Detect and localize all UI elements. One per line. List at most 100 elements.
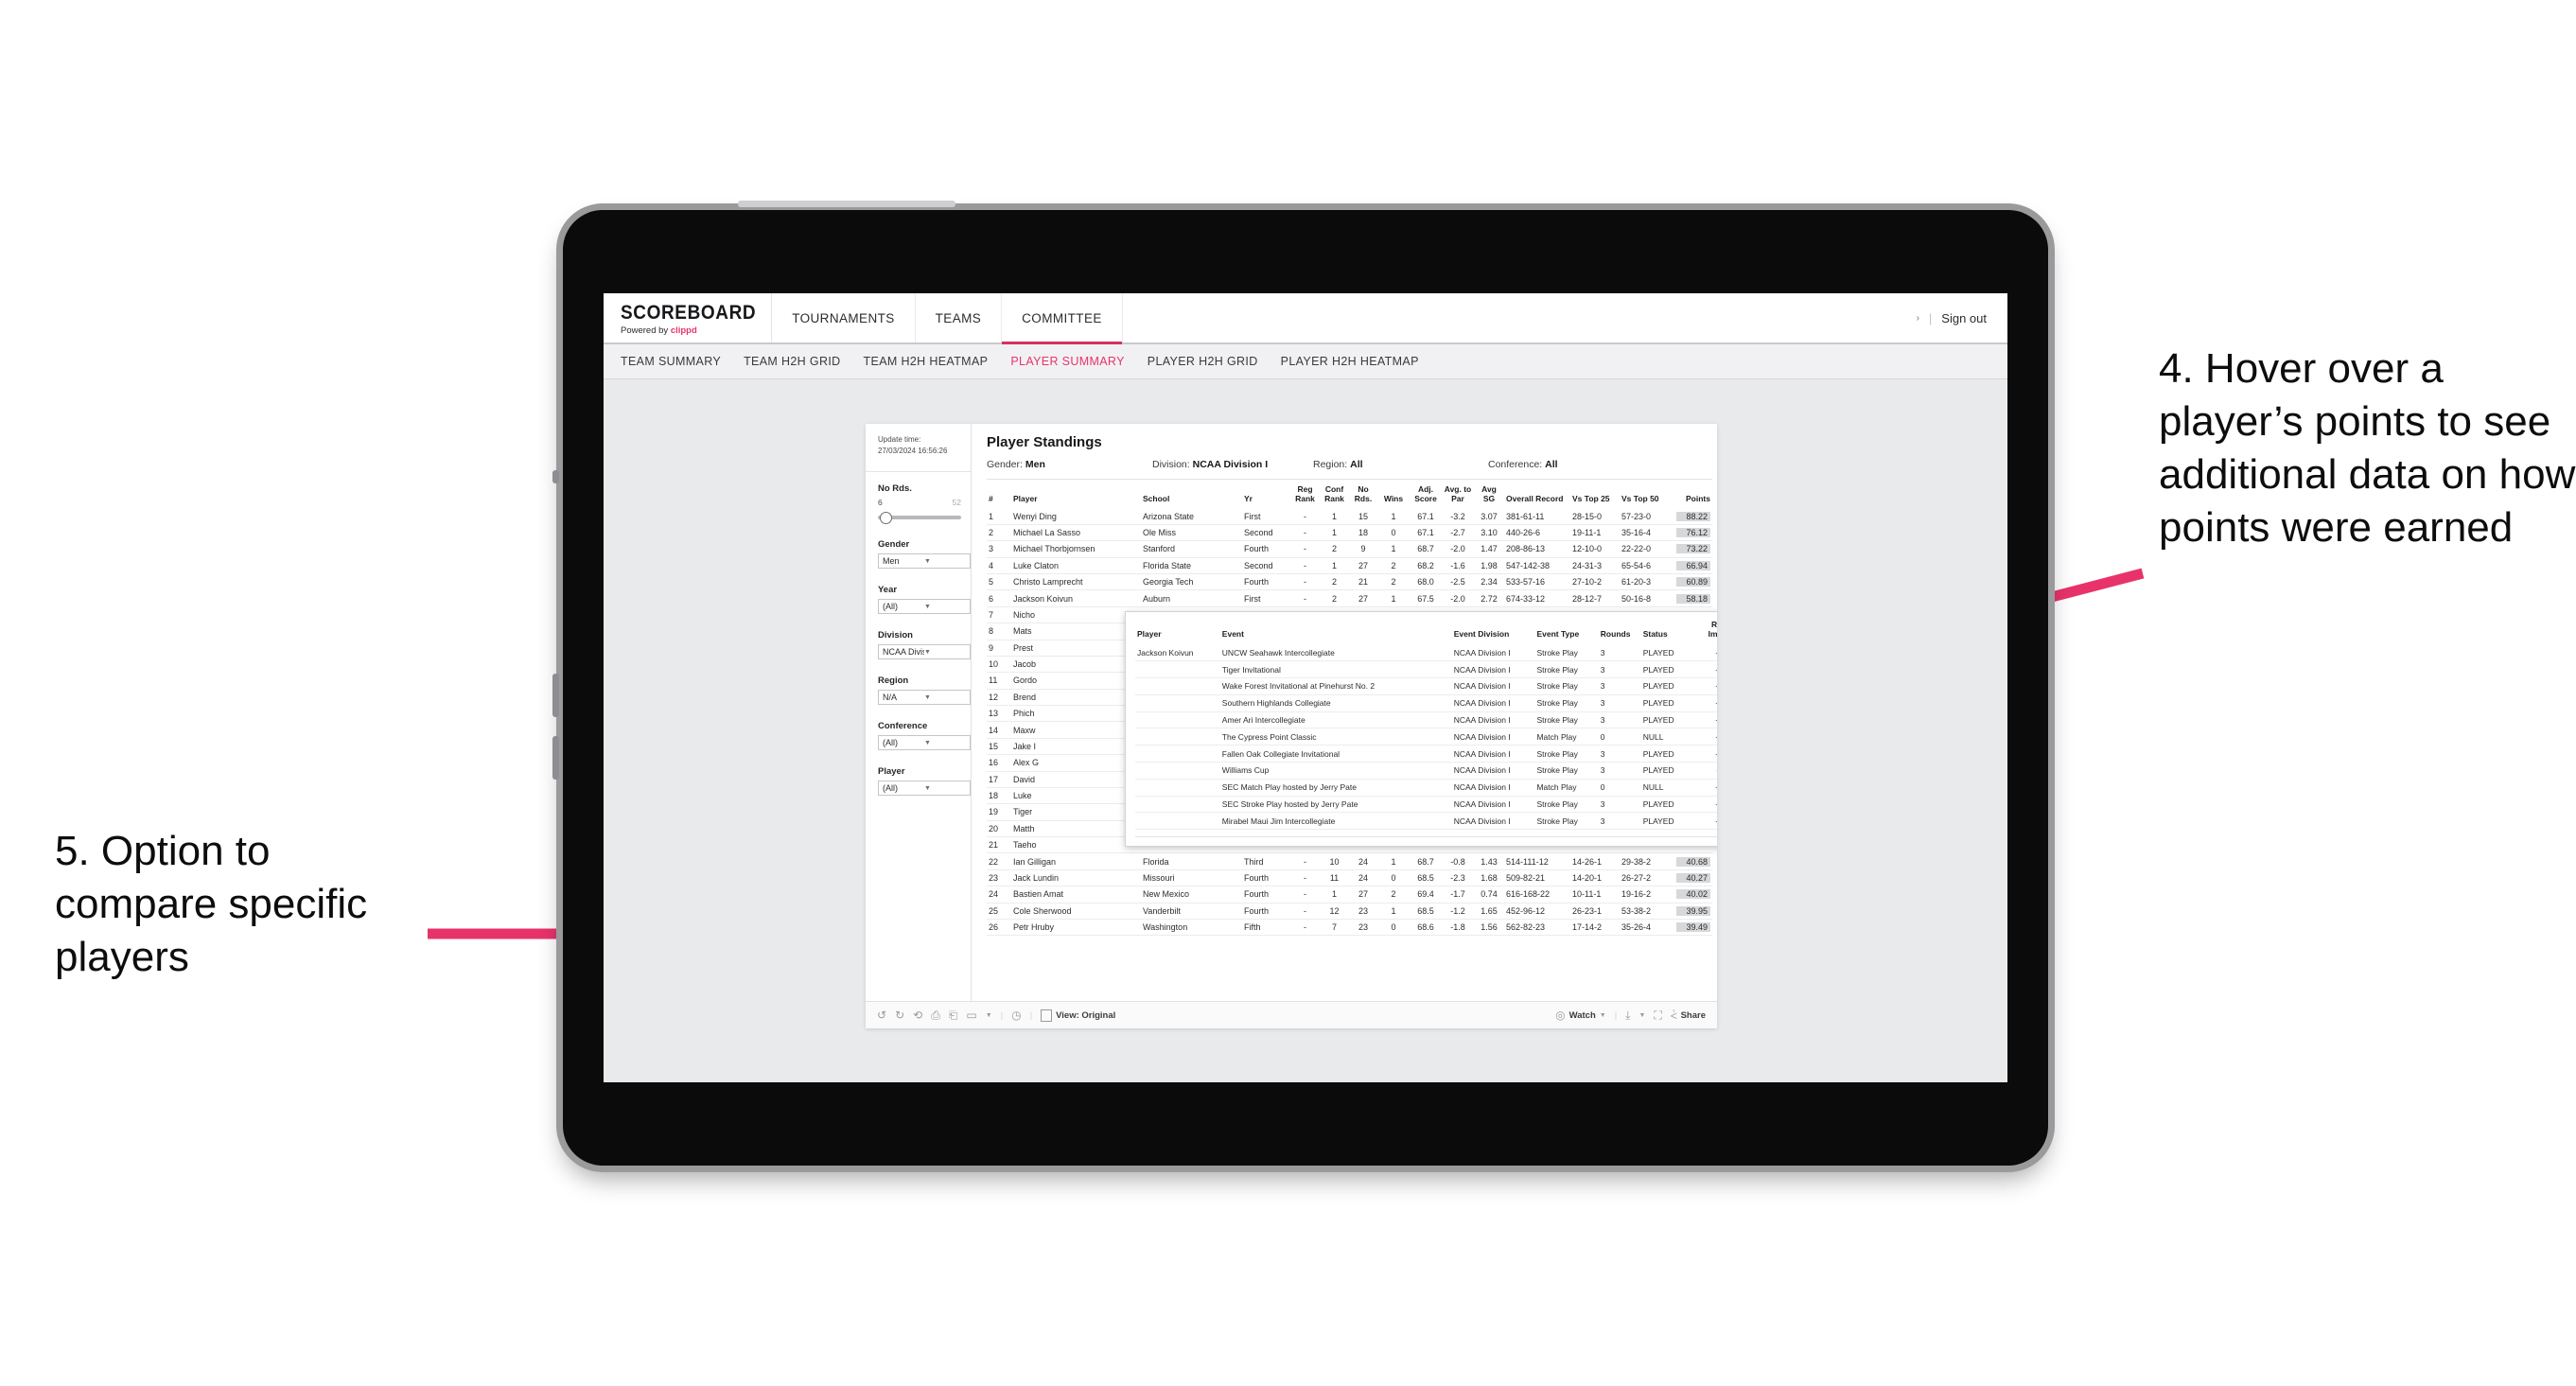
- col-yr[interactable]: Yr: [1242, 482, 1290, 509]
- cell-cr: 2: [1320, 573, 1349, 591]
- tt-cell-ri: + 1: [1698, 745, 1717, 763]
- filter-select-conference[interactable]: (All) ▼: [878, 735, 971, 751]
- points-value[interactable]: 76.12: [1676, 528, 1710, 538]
- filter-select-division[interactable]: NCAA Division I ▼: [878, 644, 971, 660]
- sub-navigation: TEAM SUMMARY TEAM H2H GRID TEAM H2H HEAT…: [604, 344, 2007, 379]
- table-row[interactable]: 4 Luke Claton Florida State Second -1 27 2 68.2…: [987, 557, 1712, 575]
- cell-sg: 1.47: [1474, 540, 1504, 558]
- tab-team-h2h-heatmap[interactable]: TEAM H2H HEATMAP: [864, 355, 1011, 368]
- tt-cell-ed: NCAA Division I: [1451, 762, 1535, 780]
- download-icon[interactable]: ⤓: [1625, 1009, 1630, 1023]
- tooltip-row: Mirabel Maui Jim Intercollegiate NCAA Div…: [1135, 812, 1717, 831]
- col-adj-score[interactable]: Adj. Score: [1410, 482, 1442, 509]
- table-row[interactable]: 22 Ian Gilligan Florida Third -10 24 1 68.7 -0.8…: [987, 852, 1712, 870]
- filter-title-player: Player: [878, 766, 905, 778]
- cell-rr: -: [1290, 589, 1320, 607]
- col-no-rds[interactable]: No Rds.: [1349, 482, 1377, 509]
- cell-nr: 15: [1349, 508, 1377, 525]
- meta-division: Division: NCAA Division I: [1152, 459, 1269, 470]
- update-time-block: Update time: 27/03/2024 16:56:26: [878, 434, 971, 456]
- table-row[interactable]: 23 Jack Lundin Missouri Fourth -11 24 0 68.5 -2.…: [987, 869, 1712, 887]
- col-avg-sg[interactable]: Avg SG: [1474, 482, 1504, 509]
- table-row[interactable]: 25 Cole Sherwood Vanderbilt Fourth -12 23 1 68.…: [987, 903, 1712, 920]
- nav-item-committee[interactable]: COMMITTEE: [1002, 293, 1123, 344]
- col-school[interactable]: School: [1141, 482, 1242, 509]
- col-rank[interactable]: #: [987, 482, 1011, 509]
- account-area[interactable]: › | Sign out: [1907, 293, 2007, 342]
- cell-pts: 40.02: [1669, 886, 1712, 904]
- table-row[interactable]: 6 Jackson Koivun Auburn First -2 27 1 67.5 -2.0 2…: [987, 589, 1712, 607]
- cell-num: 21: [987, 836, 1011, 854]
- share-button[interactable]: ⩻ Share: [1671, 1009, 1706, 1023]
- table-row[interactable]: 3 Michael Thorbjornsen Stanford Fourth -2 9 1 6…: [987, 540, 1712, 558]
- app-header: SCOREBOARD Powered by clippd TOURNAMENTS…: [604, 293, 2007, 344]
- chevron-down-icon[interactable]: ▼: [1638, 1012, 1645, 1019]
- tt-cell-ed: NCAA Division I: [1451, 779, 1535, 797]
- table-row[interactable]: 5 Christo Lamprecht Georgia Tech Fourth -2 21…: [987, 573, 1712, 591]
- table-row[interactable]: 2 Michael La Sasso Ole Miss Second -1 18 0 67.1…: [987, 524, 1712, 542]
- no-rounds-slider[interactable]: [878, 511, 961, 525]
- col-vs-top-25[interactable]: Vs Top 25: [1570, 482, 1620, 509]
- filter-select-region[interactable]: N/A ▼: [878, 690, 971, 706]
- revert-icon[interactable]: ⟲: [913, 1009, 922, 1022]
- cell-rr: -: [1290, 903, 1320, 920]
- tab-player-summary[interactable]: PLAYER SUMMARY: [1010, 355, 1147, 368]
- points-value[interactable]: 40.02: [1676, 889, 1710, 900]
- col-avg-to-par[interactable]: Avg. to Par: [1442, 482, 1474, 509]
- col-wins[interactable]: Wins: [1377, 482, 1410, 509]
- cell-yr: First: [1242, 589, 1290, 607]
- redo-icon[interactable]: ↻: [895, 1009, 904, 1022]
- watch-button[interactable]: ◎ Watch ▼: [1555, 1009, 1606, 1022]
- tab-player-h2h-grid[interactable]: PLAYER H2H GRID: [1148, 355, 1281, 368]
- fullscreen-icon[interactable]: ⛶: [1654, 1009, 1661, 1023]
- filter-select-gender[interactable]: Men ▼: [878, 553, 971, 570]
- pause-icon[interactable]: ⎗: [949, 1009, 958, 1023]
- points-value[interactable]: 58.18: [1676, 593, 1710, 604]
- col-reg-rank[interactable]: Reg Rank: [1290, 482, 1320, 509]
- points-value[interactable]: 88.22: [1676, 511, 1710, 521]
- col-conf-rank[interactable]: Conf Rank: [1320, 482, 1349, 509]
- view-original-button[interactable]: View: Original: [1041, 1009, 1115, 1022]
- cell-atp: -2.0: [1442, 540, 1474, 558]
- chevron-down-icon[interactable]: ▼: [986, 1012, 992, 1019]
- nav-item-teams[interactable]: TEAMS: [916, 293, 1003, 342]
- col-vs-top-50[interactable]: Vs Top 50: [1620, 482, 1669, 509]
- nav-item-tournaments[interactable]: TOURNAMENTS: [772, 293, 916, 342]
- tt-cell-rd: 0: [1598, 728, 1641, 746]
- cell-rr: -: [1290, 869, 1320, 887]
- tt-cell-et: Stroke Play: [1534, 677, 1599, 695]
- device-layout-icon[interactable]: ▭: [966, 1009, 976, 1022]
- filter-select-year[interactable]: (All) ▼: [878, 599, 971, 615]
- table-row[interactable]: 1 Wenyi Ding Arizona State First -1 15 1 67.1 -3…: [987, 508, 1712, 525]
- points-value[interactable]: 66.94: [1676, 560, 1710, 570]
- col-points[interactable]: Points: [1669, 482, 1712, 509]
- filter-select-player[interactable]: (All) ▼: [878, 781, 971, 797]
- col-overall-record[interactable]: Overall Record: [1504, 482, 1570, 509]
- sign-out-link[interactable]: Sign out: [1941, 311, 1987, 325]
- undo-icon[interactable]: ↺: [877, 1009, 886, 1022]
- cell-or: 440-26-6: [1504, 524, 1570, 542]
- table-row[interactable]: 24 Bastien Amat New Mexico Fourth -1 27 2 69.4-…: [987, 886, 1712, 904]
- points-value[interactable]: 40.68: [1676, 856, 1710, 867]
- table-row[interactable]: 26 Petr Hruby Washington Fifth -7 23 0 68.6 -1.8…: [987, 919, 1712, 937]
- slider-handle[interactable]: [880, 512, 892, 525]
- col-player[interactable]: Player: [1011, 482, 1141, 509]
- cell-num: 22: [987, 852, 1011, 870]
- cell-num: 25: [987, 903, 1011, 920]
- points-value[interactable]: 73.22: [1676, 544, 1710, 554]
- logo-tagline: Powered by clippd: [621, 325, 697, 336]
- app-logo[interactable]: SCOREBOARD Powered by clippd: [604, 293, 773, 342]
- cell-player: Jack Lundin: [1011, 869, 1141, 887]
- filter-title-no-rds: No Rds.: [878, 483, 912, 495]
- tab-team-h2h-grid[interactable]: TEAM H2H GRID: [744, 355, 863, 368]
- tab-team-summary[interactable]: TEAM SUMMARY: [621, 355, 744, 368]
- points-value[interactable]: 60.89: [1676, 577, 1710, 588]
- points-value[interactable]: 40.27: [1676, 872, 1710, 883]
- refresh-icon[interactable]: ⎙: [931, 1009, 940, 1023]
- tt-cell-pl: [1135, 762, 1220, 780]
- update-time-value: 27/03/2024 16:56:26: [878, 446, 948, 455]
- clock-icon[interactable]: ◷: [1011, 1009, 1021, 1022]
- tab-player-h2h-heatmap[interactable]: PLAYER H2H HEATMAP: [1281, 355, 1442, 368]
- points-value[interactable]: 39.95: [1676, 905, 1710, 916]
- points-value[interactable]: 39.49: [1676, 922, 1710, 933]
